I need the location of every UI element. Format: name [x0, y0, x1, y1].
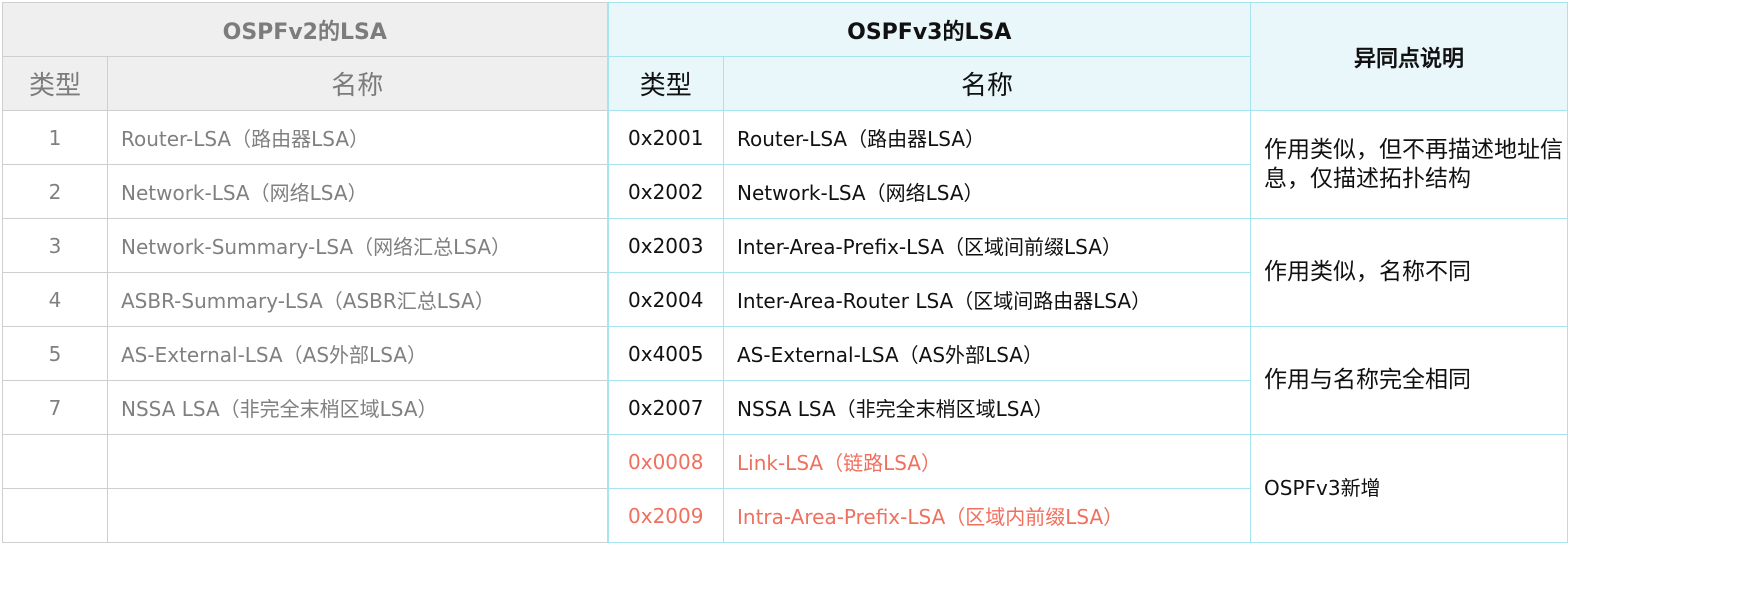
v2-type-cell: 5 — [2, 326, 108, 381]
v3-type-header: 类型 — [606, 56, 724, 111]
v3-name-cell-new: Intra-Area-Prefix-LSA（区域内前缀LSA） — [723, 488, 1251, 543]
v2-type-cell: 1 — [2, 110, 108, 165]
table-row: 0x0008 Link-LSA（链路LSA） OSPFv3新增 — [2, 434, 1568, 543]
v2-name-cell — [107, 434, 608, 489]
v3-name-cell: Inter-Area-Router LSA（区域间路由器LSA） — [723, 272, 1251, 327]
v3-name-cell: AS-External-LSA（AS外部LSA） — [723, 326, 1251, 381]
note-cell: 作用类似，名称不同 — [1250, 218, 1568, 327]
v3-name-cell: NSSA LSA（非完全末梢区域LSA） — [723, 380, 1251, 435]
v3-name-cell-new: Link-LSA（链路LSA） — [723, 434, 1251, 489]
v3-code-cell: 0x2003 — [606, 218, 724, 273]
v3-code-cell-new: 0x0008 — [606, 434, 724, 489]
v2-name-cell: Router-LSA（路由器LSA） — [107, 110, 608, 165]
v2-name-cell: AS-External-LSA（AS外部LSA） — [107, 326, 608, 381]
v3-name-cell: Inter-Area-Prefix-LSA（区域间前缀LSA） — [723, 218, 1251, 273]
table-row: 3 Network-Summary-LSA（网络汇总LSA） 0x2003 In… — [2, 218, 1568, 327]
v3-name-cell: Router-LSA（路由器LSA） — [723, 110, 1251, 165]
v3-name-cell: Network-LSA（网络LSA） — [723, 164, 1251, 219]
lsa-comparison-table: OSPFv2的LSA OSPFv3的LSA 异同点说明 类型 名称 类型 名称 … — [2, 2, 1568, 543]
v3-code-cell-new: 0x2009 — [606, 488, 724, 543]
v2-name-cell: ASBR-Summary-LSA（ASBR汇总LSA） — [107, 272, 608, 327]
v3-code-cell: 0x2002 — [606, 164, 724, 219]
v2-type-cell: 2 — [2, 164, 108, 219]
v2-type-header: 类型 — [2, 56, 108, 111]
v3-code-cell: 0x2001 — [606, 110, 724, 165]
v3-name-header: 名称 — [723, 56, 1251, 111]
note-cell: 作用与名称完全相同 — [1250, 326, 1568, 435]
v2-type-cell: 4 — [2, 272, 108, 327]
note-cell: OSPFv3新增 — [1250, 434, 1568, 543]
v2-name-cell: Network-LSA（网络LSA） — [107, 164, 608, 219]
v2-name-cell — [107, 488, 608, 543]
v2-type-cell — [2, 488, 108, 543]
v2-name-cell: Network-Summary-LSA（网络汇总LSA） — [107, 218, 608, 273]
v3-code-cell: 0x2004 — [606, 272, 724, 327]
table-row: 1 Router-LSA（路由器LSA） 0x2001 Router-LSA（路… — [2, 110, 1568, 219]
v2-name-cell: NSSA LSA（非完全末梢区域LSA） — [107, 380, 608, 435]
v2-header-title: OSPFv2的LSA — [2, 2, 608, 57]
v3-code-cell: 0x2007 — [606, 380, 724, 435]
v2-name-header: 名称 — [107, 56, 608, 111]
v2-type-cell — [2, 434, 108, 489]
v2-type-cell: 3 — [2, 218, 108, 273]
note-cell: 作用类似，但不再描述地址信息，仅描述拓扑结构 — [1250, 110, 1568, 219]
table-row: 5 AS-External-LSA（AS外部LSA） 0x4005 AS-Ext… — [2, 326, 1568, 435]
v3-header-title: OSPFv3的LSA — [606, 2, 1251, 57]
notes-header-title: 异同点说明 — [1250, 2, 1568, 111]
v2-type-cell: 7 — [2, 380, 108, 435]
v3-code-cell: 0x4005 — [606, 326, 724, 381]
